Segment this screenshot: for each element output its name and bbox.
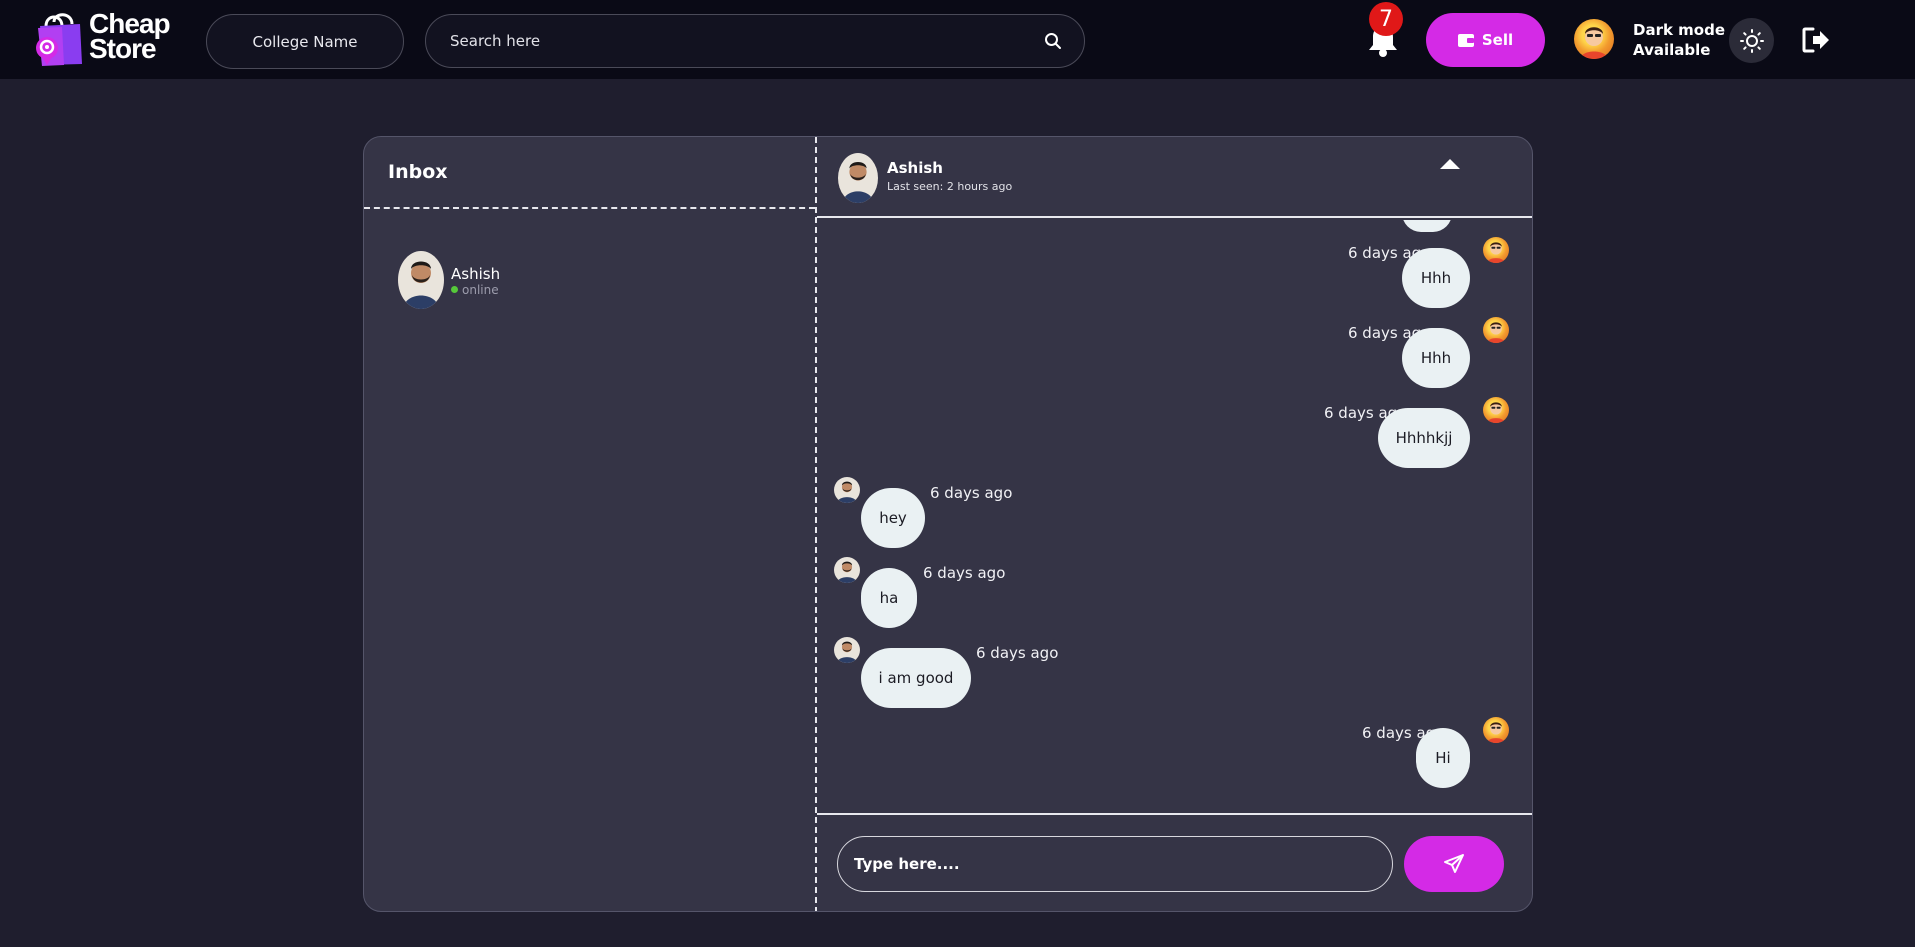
send-icon — [1444, 854, 1464, 873]
chat-card: Inbox Ashish online Ashish Last seen: 2 … — [363, 136, 1533, 912]
message-bubble — [1402, 220, 1452, 232]
contact-avatar — [398, 251, 444, 309]
my-avatar — [1483, 237, 1509, 263]
message-bubble: i am good — [861, 648, 971, 708]
message-composer — [817, 813, 1532, 911]
college-name-selector[interactable]: College Name — [206, 14, 404, 69]
contact-status-text: online — [462, 283, 499, 297]
send-button[interactable] — [1404, 836, 1504, 892]
message-bubble: Hhh — [1402, 328, 1470, 388]
dark-mode-line1: Dark mode — [1633, 21, 1726, 39]
search-input[interactable] — [450, 15, 1010, 67]
message-bubble: hey — [861, 488, 925, 548]
notification-badge: 7 — [1369, 2, 1403, 36]
dark-mode-text: Dark mode Available — [1633, 20, 1725, 60]
message-bubble: ha — [861, 568, 917, 628]
sell-label: Sell — [1481, 31, 1514, 49]
dark-mode-line2: Available — [1633, 41, 1711, 59]
message-bubble: Hi — [1416, 728, 1470, 788]
message-input[interactable] — [837, 836, 1393, 892]
wallet-icon — [1457, 34, 1474, 47]
logout-icon[interactable] — [1801, 26, 1831, 54]
chat-contact-avatar — [838, 153, 878, 203]
contact-name: Ashish — [451, 265, 501, 283]
inbox-title: Inbox — [388, 161, 448, 183]
search-bar — [425, 14, 1085, 68]
message-time: 6 days ago — [930, 484, 1013, 502]
message-bubble: Hhhhkjj — [1378, 408, 1470, 468]
contact-status: online — [451, 283, 499, 297]
contact-avatar-small — [834, 637, 860, 663]
chat-header: Ashish Last seen: 2 hours ago — [817, 137, 1532, 218]
message-bubble: Hhh — [1402, 248, 1470, 308]
contact-avatar-small — [834, 557, 860, 583]
collapse-caret-icon[interactable] — [1440, 159, 1460, 169]
contact-list-item[interactable]: Ashish online — [398, 251, 698, 311]
online-dot — [451, 286, 458, 293]
logo-text: Cheap Store — [89, 10, 171, 64]
cheap-store-logo[interactable]: Cheap Store — [32, 9, 187, 67]
search-icon[interactable] — [1044, 32, 1062, 50]
sun-icon — [1739, 28, 1764, 53]
theme-toggle-button[interactable] — [1729, 18, 1774, 63]
user-avatar[interactable] — [1574, 19, 1614, 59]
inbox-header: Inbox — [364, 137, 815, 209]
my-avatar — [1483, 317, 1509, 343]
logo-line2: Store — [89, 33, 157, 64]
last-seen: Last seen: 2 hours ago — [887, 180, 1013, 193]
sell-button[interactable]: Sell — [1426, 13, 1545, 67]
contact-avatar-small — [834, 477, 860, 503]
chat-contact-name: Ashish — [887, 159, 943, 177]
message-time: 6 days ago — [976, 644, 1059, 662]
my-avatar — [1483, 717, 1509, 743]
top-navbar: Cheap Store College Name 7 Sell Da — [0, 0, 1915, 79]
my-avatar — [1483, 397, 1509, 423]
user-avatar-image — [1580, 27, 1608, 59]
message-list[interactable]: 6 days ago Hhh 6 days ago Hhh 6 days ago… — [817, 220, 1532, 808]
shopping-bag-logo-icon — [36, 13, 82, 66]
message-time: 6 days ago — [923, 564, 1006, 582]
